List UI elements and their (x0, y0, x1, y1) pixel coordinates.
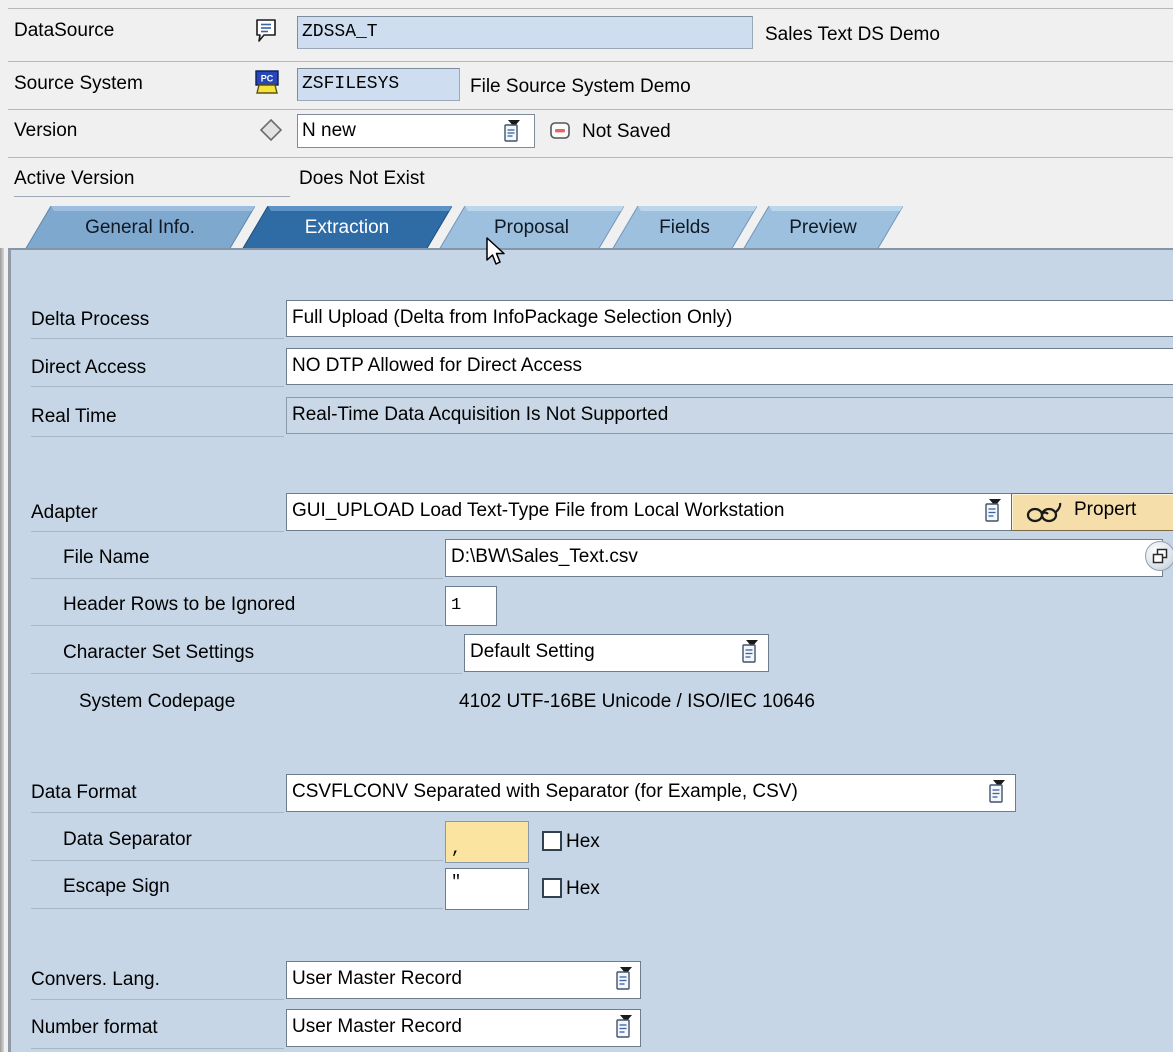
convers-lang-field[interactable]: User Master Record (286, 961, 641, 999)
header-divider (8, 157, 1173, 158)
tab-general-info-label: General Info. (25, 206, 255, 250)
adapter-field[interactable]: GUI_UPLOAD Load Text-Type File from Loca… (286, 493, 1012, 531)
active-version-label: Active Version (14, 168, 134, 190)
header-attribute-block: DataSource ZDSSA_T Sales Text DS Demo So… (0, 0, 1173, 200)
number-format-label: Number format (31, 1016, 158, 1040)
file-browse-button[interactable] (1145, 541, 1173, 571)
field-underline (31, 860, 443, 861)
tab-proposal-label: Proposal (439, 206, 624, 250)
field-underline (31, 578, 443, 579)
escape-sign-hex-label: Hex (566, 878, 600, 900)
direct-access-field[interactable]: NO DTP Allowed for Direct Access (286, 348, 1173, 385)
escape-sign-field[interactable]: " (445, 868, 529, 910)
real-time-label: Real Time (31, 405, 117, 429)
left-frame-edge (0, 248, 4, 1052)
source-system-field[interactable]: ZSFILESYS (297, 68, 460, 101)
adapter-label: Adapter (31, 501, 98, 525)
field-underline (31, 999, 284, 1000)
field-underline (31, 1048, 284, 1049)
data-format-dropdown-icon[interactable] (988, 780, 1006, 804)
not-saved-icon (548, 119, 572, 149)
tab-extraction-label: Extraction (242, 206, 452, 250)
header-divider (8, 8, 1173, 9)
data-format-field[interactable]: CSVFLCONV Separated with Separator (for … (286, 774, 1016, 812)
escape-sign-hex-checkbox[interactable] (542, 878, 562, 898)
convers-lang-label: Convers. Lang. (31, 968, 160, 992)
tab-extraction[interactable]: Extraction (242, 206, 452, 250)
header-divider (8, 61, 1173, 62)
datasource-description: Sales Text DS Demo (765, 24, 940, 46)
character-set-label: Character Set Settings (63, 641, 254, 665)
version-dropdown-icon[interactable] (503, 120, 521, 144)
svg-text:PC: PC (261, 74, 274, 84)
field-underline (31, 386, 284, 387)
escape-sign-label: Escape Sign (63, 875, 170, 899)
data-separator-hex-label: Hex (566, 831, 600, 853)
version-label: Version (14, 120, 77, 142)
adapter-properties-label: Propert (1074, 494, 1136, 526)
field-underline (31, 812, 284, 813)
number-format-field[interactable]: User Master Record (286, 1009, 641, 1047)
direct-access-label: Direct Access (31, 356, 146, 380)
adapter-properties-button[interactable]: Propert (1011, 493, 1173, 531)
data-separator-hex-checkbox[interactable] (542, 831, 562, 851)
field-underline (31, 673, 462, 674)
tab-fields-label: Fields (612, 206, 757, 250)
adapter-dropdown-icon[interactable] (984, 499, 1002, 523)
source-system-label: Source System (14, 73, 143, 95)
system-codepage-label: System Codepage (79, 690, 235, 714)
tab-fields[interactable]: Fields (612, 206, 757, 250)
delta-process-field[interactable]: Full Upload (Delta from InfoPackage Sele… (286, 300, 1173, 337)
source-system-icon: PC (253, 68, 281, 102)
delta-process-label: Delta Process (31, 308, 149, 332)
tab-proposal[interactable]: Proposal (439, 206, 624, 250)
header-rows-label: Header Rows to be Ignored (63, 593, 295, 617)
glasses-icon (1026, 501, 1064, 531)
active-version-underline (14, 196, 290, 197)
tab-strip: General Info. Extraction Proposal Fiel (8, 206, 1173, 252)
browse-icon (1152, 548, 1170, 572)
active-version-value: Does Not Exist (299, 168, 425, 190)
field-underline (31, 625, 443, 626)
field-underline (31, 908, 443, 909)
datasource-name-field[interactable]: ZDSSA_T (297, 16, 753, 49)
source-system-description: File Source System Demo (470, 76, 691, 98)
character-set-field[interactable]: Default Setting (464, 634, 769, 672)
field-underline (31, 531, 284, 532)
number-format-dropdown-icon[interactable] (615, 1015, 633, 1039)
convers-lang-dropdown-icon[interactable] (615, 967, 633, 991)
sap-datasource-extraction-screen: DataSource ZDSSA_T Sales Text DS Demo So… (0, 0, 1173, 1052)
not-saved-status-text: Not Saved (582, 121, 671, 143)
system-codepage-value: 4102 UTF-16BE Unicode / ISO/IEC 10646 (459, 690, 815, 714)
datasource-icon (253, 16, 281, 50)
data-format-label: Data Format (31, 781, 137, 805)
header-divider (8, 109, 1173, 110)
field-underline (31, 436, 284, 437)
datasource-label: DataSource (14, 20, 114, 42)
character-set-dropdown-icon[interactable] (741, 640, 759, 664)
extraction-panel: Delta Process Full Upload (Delta from In… (8, 248, 1173, 1052)
tab-preview[interactable]: Preview (743, 206, 903, 250)
file-name-field[interactable]: D:\BW\Sales_Text.csv (445, 539, 1163, 577)
field-underline (31, 338, 284, 339)
data-separator-field[interactable]: , (445, 821, 529, 863)
tab-preview-label: Preview (743, 206, 903, 250)
tab-general-info[interactable]: General Info. (25, 206, 255, 250)
version-dropdown-field[interactable]: N new (297, 114, 535, 148)
data-separator-label: Data Separator (63, 828, 192, 852)
version-diamond-icon (258, 117, 284, 149)
header-rows-field[interactable]: 1 (445, 586, 497, 626)
real-time-field: Real-Time Data Acquisition Is Not Suppor… (286, 397, 1173, 434)
file-name-label: File Name (63, 546, 150, 570)
